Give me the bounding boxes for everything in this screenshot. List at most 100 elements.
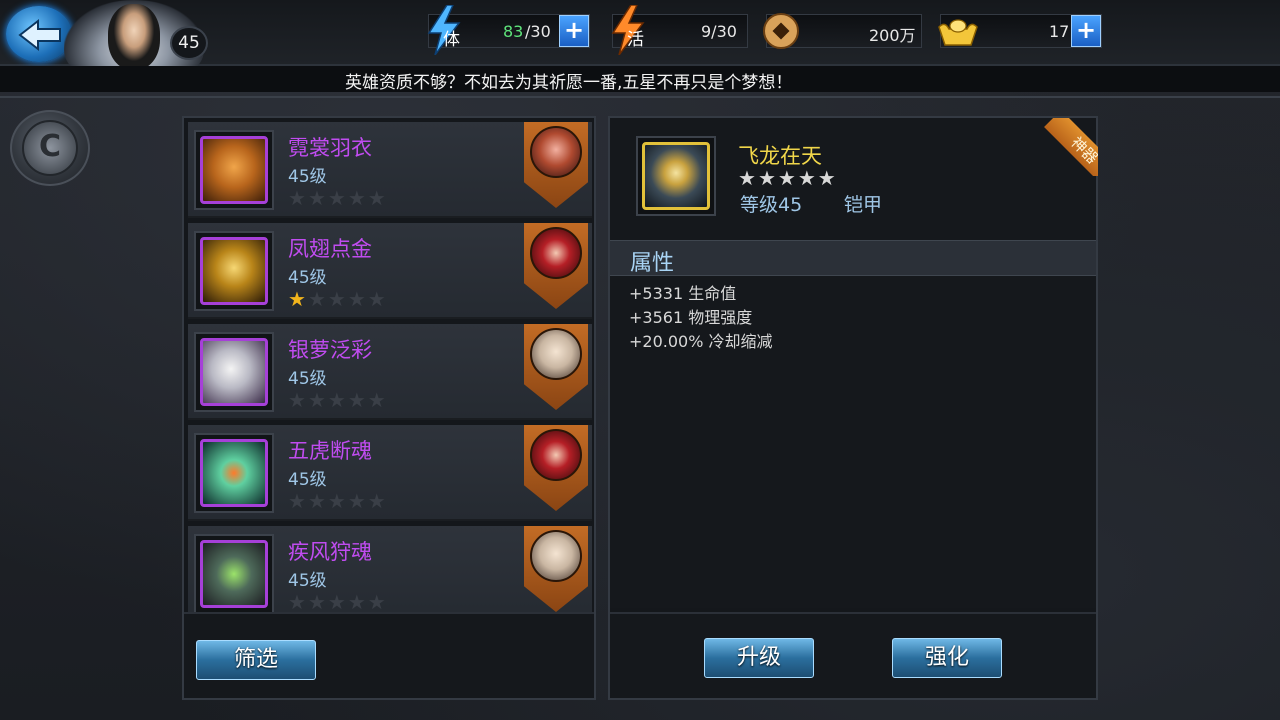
equipment-item-stars: ★★★★★	[288, 388, 388, 412]
white-hair-portrait	[530, 530, 582, 582]
attribute-line: +3561 物理强度	[629, 308, 753, 327]
equipment-list-item[interactable]: 五虎断魂 45级 ★★★★★	[188, 425, 592, 521]
star-filled-icon: ★	[288, 287, 308, 311]
stamina-current: 83	[503, 22, 524, 41]
copper-coin-icon	[763, 13, 799, 49]
attributes-header: 属性	[610, 240, 1096, 276]
star-empty-icon: ★	[347, 590, 368, 614]
artifact-ribbon: 神器	[1040, 118, 1098, 176]
upgrade-button[interactable]: 升级	[704, 638, 814, 678]
equipment-list-item[interactable]: 凤翅点金 45级 ★★★★★	[188, 223, 592, 319]
equipment-item-name: 霓裳羽衣	[288, 136, 372, 160]
equipped-hero-badge[interactable]	[524, 324, 588, 410]
equipment-item-name: 疾风狩魂	[288, 540, 372, 564]
star-empty-icon: ★	[347, 388, 368, 412]
announcement-bar: 英雄资质不够？不如去为其祈愿一番,五星不再只是个梦想！	[0, 66, 1280, 93]
equipment-level: 等级45	[740, 194, 803, 216]
artifact-ribbon-label: 神器	[1044, 118, 1098, 176]
pig-hero-portrait	[530, 126, 582, 178]
star-empty-icon: ★	[288, 489, 308, 513]
golden-crown-icon	[200, 237, 268, 305]
top-bar: 45 体 83 /30 + 活 9/30 200万 17 +	[0, 0, 1280, 84]
equipped-hero-badge[interactable]	[524, 425, 588, 511]
star-empty-icon: ★	[817, 166, 838, 190]
filter-button[interactable]: 筛选	[196, 640, 316, 680]
equipped-hero-badge[interactable]	[524, 223, 588, 309]
announcement-text: 英雄资质不够？不如去为其祈愿一番,五星不再只是个梦想！	[345, 73, 793, 93]
coins-value: 200万	[869, 26, 916, 45]
equipment-item-stars: ★★★★★	[288, 590, 388, 614]
green-armor-icon	[200, 540, 268, 608]
energy-value: 9/30	[701, 22, 737, 41]
star-empty-icon: ★	[367, 287, 388, 311]
star-empty-icon: ★	[347, 489, 368, 513]
star-empty-icon: ★	[327, 388, 348, 412]
equipment-item-name: 凤翅点金	[288, 237, 372, 261]
add-stamina-button[interactable]: +	[559, 15, 589, 47]
side-c-button[interactable]: C	[10, 110, 90, 186]
star-empty-icon: ★	[367, 186, 388, 210]
robe-icon	[200, 136, 268, 204]
equipment-list-item[interactable]: 霓裳羽衣 45级 ★★★★★	[188, 122, 592, 218]
white-hair-portrait	[530, 328, 582, 380]
coins-bar: 200万	[763, 13, 922, 49]
equipment-item-stars: ★★★★★	[288, 489, 388, 513]
star-empty-icon: ★	[347, 287, 368, 311]
star-empty-icon: ★	[288, 590, 308, 614]
equipment-item-name: 五虎断魂	[288, 439, 372, 463]
armor-icon	[642, 142, 710, 210]
equipment-icon-slot	[194, 231, 274, 311]
equipment-list-item[interactable]: 疾风狩魂 45级 ★★★★★	[188, 526, 592, 622]
energy-bar: 活 9/30	[611, 5, 748, 55]
gold-bar: 17 +	[938, 14, 1102, 48]
equipment-item-stars: ★★★★★	[288, 287, 388, 311]
star-empty-icon: ★	[367, 489, 388, 513]
star-filled-icon: ★	[738, 166, 758, 190]
equipped-hero-badge[interactable]	[524, 526, 588, 612]
star-empty-icon: ★	[307, 489, 328, 513]
equipment-item-level: 45级	[288, 369, 327, 389]
attribute-line: +5331 生命值	[629, 284, 737, 303]
stamina-bar: 体 83 /30 +	[427, 5, 590, 55]
equipment-item-level: 45级	[288, 167, 327, 187]
star-empty-icon: ★	[307, 590, 328, 614]
equipment-icon-slot	[194, 130, 274, 210]
equipment-item-stars: ★★★★★	[288, 186, 388, 210]
back-arrow-icon	[18, 18, 61, 52]
equipped-hero-badge[interactable]	[524, 122, 588, 208]
equipment-icon-slot	[194, 534, 274, 614]
star-empty-icon: ★	[288, 186, 308, 210]
gold-value: 17	[1049, 22, 1070, 41]
tiger-spear-icon	[200, 439, 268, 507]
equipment-type: 铠甲	[844, 194, 883, 216]
side-c-icon: C	[22, 120, 78, 176]
stamina-max: /30	[525, 22, 551, 41]
red-girl-portrait	[530, 227, 582, 279]
equipment-list-item[interactable]: 银萝泛彩 45级 ★★★★★	[188, 324, 592, 420]
equipment-stars: ★★★★★	[738, 166, 838, 190]
star-empty-icon: ★	[307, 287, 328, 311]
detail-footer	[610, 612, 1096, 698]
star-empty-icon: ★	[307, 186, 328, 210]
star-empty-icon: ★	[327, 287, 348, 311]
star-empty-icon: ★	[327, 186, 348, 210]
enhance-button[interactable]: 强化	[892, 638, 1002, 678]
star-empty-icon: ★	[777, 166, 798, 190]
star-empty-icon: ★	[367, 388, 388, 412]
gold-ingot-icon	[938, 19, 978, 46]
stamina-label: 体	[443, 30, 460, 50]
star-empty-icon: ★	[307, 388, 328, 412]
equipment-item-level: 45级	[288, 470, 327, 490]
star-empty-icon: ★	[757, 166, 778, 190]
equipment-item-name: 银萝泛彩	[288, 338, 372, 362]
star-empty-icon: ★	[797, 166, 818, 190]
equipment-icon-slot	[194, 433, 274, 513]
equipment-item-level: 45级	[288, 571, 327, 591]
energy-label: 活	[627, 30, 644, 50]
selected-equipment-slot[interactable]	[636, 136, 716, 216]
star-empty-icon: ★	[367, 590, 388, 614]
player-level-badge: 45	[170, 26, 208, 60]
back-button[interactable]	[6, 6, 72, 62]
add-gold-button[interactable]: +	[1071, 15, 1101, 47]
silver-shield-icon	[200, 338, 268, 406]
